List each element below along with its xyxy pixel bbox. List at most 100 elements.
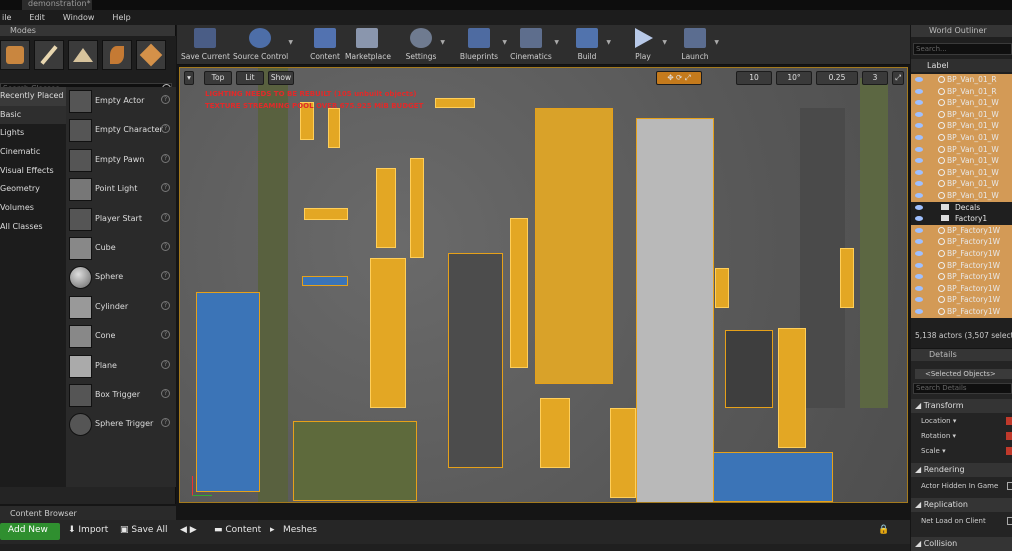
category-volumes[interactable]: Volumes — [0, 199, 66, 218]
category-recently-placed[interactable]: Recently Placed — [0, 87, 66, 106]
small-blue-block[interactable] — [302, 276, 348, 286]
selected-objects-dropdown[interactable]: <Selected Objects> — [915, 369, 1012, 379]
marketplace-button[interactable]: Marketplace — [345, 25, 391, 65]
help-icon[interactable]: ? — [161, 389, 170, 398]
visibility-eye-icon[interactable] — [915, 274, 923, 280]
x-field[interactable] — [1006, 432, 1012, 440]
outliner-actor-row[interactable]: BP_Van_01_W — [911, 155, 1012, 167]
visibility-eye-icon[interactable] — [915, 285, 923, 291]
details-tab[interactable]: Details — [911, 349, 1012, 361]
paint-mode-icon[interactable] — [34, 40, 64, 70]
visibility-eye-icon[interactable] — [915, 216, 923, 222]
help-icon[interactable]: ? — [161, 359, 170, 369]
world-outliner-tab[interactable]: World Outliner — [911, 25, 1012, 37]
outliner-actor-row[interactable]: BP_Van_01_W — [911, 120, 1012, 132]
category-basic[interactable]: Basic — [0, 105, 66, 125]
selected-actor[interactable] — [610, 408, 636, 498]
category-cinematic[interactable]: Cinematic — [0, 143, 66, 162]
help-icon[interactable]: ? — [161, 153, 170, 163]
save-all-button[interactable]: ▣ Save All — [120, 525, 168, 535]
content-browser-tab[interactable]: Content Browser — [0, 506, 176, 520]
maximize-viewport-button[interactable]: ⤢ — [892, 71, 904, 85]
visibility-eye-icon[interactable] — [915, 146, 923, 152]
class-item[interactable]: Empty Actor? — [66, 87, 176, 116]
category-all-classes[interactable]: All Classes — [0, 218, 66, 237]
outliner-actor-row[interactable]: BP_Van_01_W — [911, 143, 1012, 156]
outliner-actor-row[interactable]: BP_Van_01_W — [911, 190, 1012, 202]
selected-actor[interactable] — [840, 248, 854, 308]
class-item[interactable]: Empty Character? — [66, 116, 176, 145]
visibility-eye-icon[interactable] — [915, 309, 923, 314]
visibility-eye-icon[interactable] — [915, 251, 923, 256]
outliner-actor-row[interactable]: BP_Factory1W — [911, 248, 1012, 260]
outliner-folder-row[interactable]: Factory1 — [911, 213, 1012, 225]
help-icon[interactable]: ? — [161, 212, 170, 222]
help-icon[interactable]: ? — [161, 124, 170, 134]
net-load-checkbox[interactable] — [1007, 517, 1012, 525]
help-icon[interactable]: ? — [161, 271, 170, 281]
class-item[interactable]: Cylinder? — [66, 293, 176, 322]
hidden-checkbox[interactable] — [1007, 482, 1012, 490]
rotation-snap-button[interactable]: 10° — [776, 71, 812, 85]
settings-button[interactable]: Settings ▼ — [403, 25, 445, 65]
grid-snap-button[interactable]: 10 — [736, 71, 772, 85]
visibility-eye-icon[interactable] — [915, 181, 923, 187]
x-field[interactable] — [1006, 417, 1012, 425]
class-item[interactable]: Player Start? — [66, 205, 176, 234]
transform-section[interactable]: ◢ Transform — [911, 399, 1012, 413]
outliner-actor-row[interactable]: BP_Factory1W — [911, 294, 1012, 306]
outliner-actor-row[interactable]: BP_Factory1W — [911, 224, 1012, 237]
class-item[interactable]: Sphere? — [66, 263, 176, 292]
scale-row[interactable]: Scale ▾ — [921, 447, 946, 455]
view-mode-button[interactable]: Top — [204, 71, 232, 85]
lock-icon[interactable]: 🔒 — [878, 525, 889, 535]
outliner-actor-row[interactable]: BP_Van_01_W — [911, 178, 1012, 190]
outliner-actor-row[interactable]: BP_Van_01_W — [911, 108, 1012, 121]
foliage-mode-icon[interactable] — [102, 40, 132, 70]
scale-snap-button[interactable]: 0.25 — [816, 71, 858, 85]
collision-section[interactable]: ◢ Collision — [911, 537, 1012, 551]
outliner-actor-row[interactable]: BP_Factory1W — [911, 282, 1012, 295]
outliner-actor-row[interactable]: BP_Van_01_R — [911, 74, 1012, 86]
details-search-input[interactable]: Search Details — [913, 383, 1012, 394]
path-content[interactable]: ▬ Content — [214, 525, 261, 535]
place-mode-icon[interactable] — [0, 40, 30, 70]
help-icon[interactable]: ? — [161, 95, 170, 104]
rendering-section[interactable]: ◢ Rendering — [911, 463, 1012, 477]
class-item[interactable]: Plane? — [66, 352, 176, 381]
landscape-mode-icon[interactable] — [68, 40, 98, 70]
outliner-actor-row[interactable]: BP_Van_01_R — [911, 85, 1012, 98]
visibility-eye-icon[interactable] — [915, 100, 923, 106]
visibility-eye-icon[interactable] — [915, 193, 923, 198]
help-icon[interactable]: ? — [161, 418, 170, 428]
selected-actor[interactable] — [778, 328, 806, 448]
class-item[interactable]: Box Trigger? — [66, 381, 176, 410]
gold-warehouse[interactable] — [535, 108, 613, 384]
visibility-eye-icon[interactable] — [915, 111, 923, 117]
play-button[interactable]: Play ▼ — [625, 25, 667, 65]
path-meshes[interactable]: Meshes — [283, 525, 317, 535]
cinematics-button[interactable]: Cinematics ▼ — [509, 25, 559, 65]
outliner-search-input[interactable]: Search... — [913, 43, 1012, 55]
save-current-button[interactable]: Save Current — [181, 25, 230, 65]
selected-actor[interactable] — [540, 398, 570, 468]
menu-edit[interactable]: Edit — [27, 10, 47, 25]
selected-actor[interactable] — [715, 268, 729, 308]
dark-building[interactable] — [725, 330, 773, 408]
class-item[interactable]: Empty Pawn? — [66, 146, 176, 175]
frame-structure[interactable] — [448, 253, 503, 468]
menu-window[interactable]: Window — [61, 10, 97, 25]
selected-actor[interactable] — [410, 158, 424, 258]
launch-button[interactable]: Launch ▼ — [677, 25, 719, 65]
help-icon[interactable]: ? — [161, 300, 170, 310]
visibility-eye-icon[interactable] — [915, 239, 923, 245]
menu-help[interactable]: Help — [110, 10, 132, 25]
outliner-label-header[interactable]: Label — [911, 59, 1012, 72]
class-item[interactable]: Point Light? — [66, 175, 176, 204]
selected-actor[interactable] — [370, 258, 406, 408]
history-back-forward[interactable]: ◀ ▶ — [180, 525, 197, 535]
visibility-eye-icon[interactable] — [915, 158, 923, 164]
source-control-button[interactable]: Source Control ▼ — [233, 25, 293, 65]
visibility-eye-icon[interactable] — [915, 204, 923, 210]
replication-section[interactable]: ◢ Replication — [911, 498, 1012, 512]
